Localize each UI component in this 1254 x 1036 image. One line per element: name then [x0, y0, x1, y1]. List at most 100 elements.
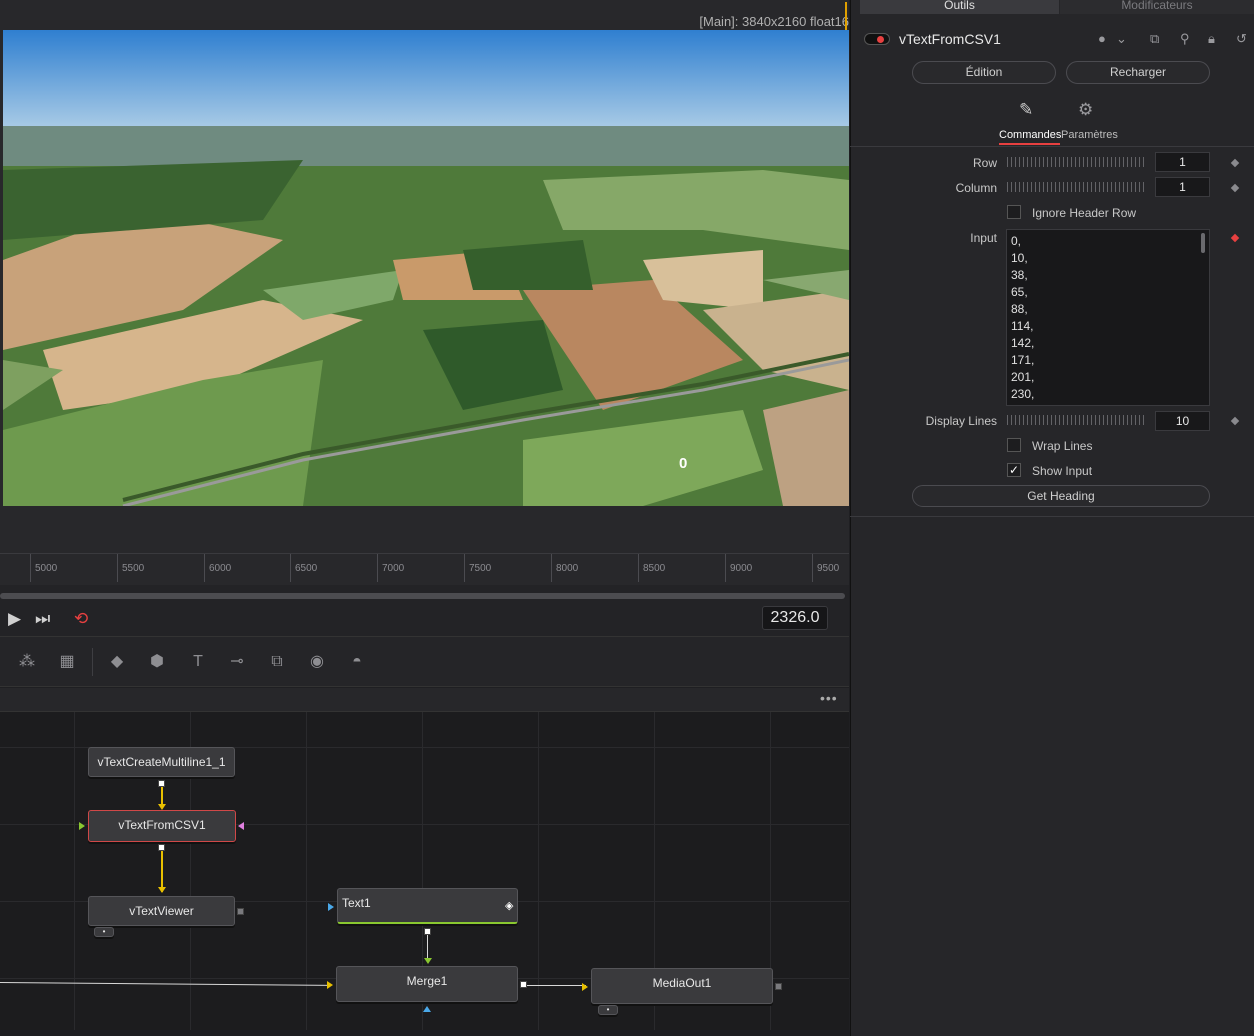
reset-icon[interactable]: ↺ [1236, 31, 1247, 47]
settings-icon[interactable]: ⚙ [1078, 100, 1093, 120]
input-textarea[interactable]: 0, 10, 38, 65, 88, 114, 142, 171, 201, 230, [1006, 229, 1210, 406]
column-label: Column [955, 181, 997, 195]
tab-parametres[interactable]: Paramètres [1061, 129, 1118, 141]
node-output-port[interactable] [237, 908, 244, 915]
ignore-header-label: Ignore Header Row [1032, 206, 1137, 220]
more-options-icon[interactable]: ••• [820, 691, 842, 708]
edit-button[interactable]: Édition [912, 61, 1056, 84]
column-slider[interactable] [1007, 182, 1145, 192]
input-line: 114, [1011, 319, 1034, 333]
lock-icon[interactable]: 🔒︎ [1208, 31, 1215, 47]
input-arrow [158, 887, 166, 893]
row-value[interactable]: 1 [1155, 152, 1210, 172]
ruler-tick: 6500 [290, 554, 317, 582]
node-preview-toggle[interactable]: • [94, 927, 114, 937]
reload-button[interactable]: Recharger [1066, 61, 1210, 84]
tab-commandes[interactable]: Commandes [999, 129, 1061, 141]
node-output-port[interactable] [158, 844, 165, 851]
input-line: 38, [1011, 268, 1028, 282]
node-output-port[interactable] [775, 983, 782, 990]
node-output-port[interactable] [424, 928, 431, 935]
ruler-tick: 9500 [812, 554, 839, 582]
versions-icon[interactable]: ⧉ [1150, 31, 1159, 47]
row-slider[interactable] [1007, 157, 1145, 167]
controls-icon[interactable]: ✎ [1019, 100, 1033, 120]
color-dot-icon[interactable]: ● [1098, 31, 1106, 46]
input-arrow[interactable] [327, 981, 333, 989]
input-line: 88, [1011, 302, 1028, 316]
node-vtextcreatemultiline[interactable]: vTextCreateMultiline1_1 [88, 747, 235, 777]
viewer-image[interactable] [3, 30, 849, 506]
input-line: 142, [1011, 336, 1035, 350]
wire [524, 985, 586, 986]
node-preview-toggle[interactable]: • [598, 1005, 618, 1015]
ignore-header-checkbox[interactable] [1007, 205, 1021, 219]
divider [850, 516, 1254, 517]
input-arrow[interactable] [328, 903, 334, 911]
tool-enable-toggle[interactable] [864, 33, 890, 45]
time-ruler[interactable]: 5000 5500 6000 6500 7000 7500 8000 8500 … [0, 553, 849, 585]
ruler-tick: 7000 [377, 554, 404, 582]
tab-modificateurs[interactable]: Modificateurs [1060, 0, 1254, 14]
node-text1[interactable]: Text1 [337, 888, 518, 924]
spotlight-3d-icon[interactable]: ◓ [344, 649, 370, 675]
ruler-tick: 9000 [725, 554, 752, 582]
wrap-lines-label: Wrap Lines [1032, 439, 1093, 453]
loop-icon[interactable]: ⟲ [74, 609, 88, 629]
shape-3d-icon[interactable]: ◆ [104, 649, 130, 675]
particle-emitter-icon[interactable]: ⁂ [14, 649, 40, 675]
input-arrow[interactable] [582, 983, 588, 991]
wire [0, 982, 330, 986]
input-scrollbar[interactable] [1201, 233, 1205, 253]
play-icon[interactable]: ▶ [8, 609, 21, 629]
ruler-tick: 5500 [117, 554, 144, 582]
node-output-port[interactable] [158, 780, 165, 787]
chevron-down-icon[interactable]: ⌄ [1116, 31, 1127, 47]
merge-3d-icon[interactable]: ⬢ [144, 649, 170, 675]
show-input-label: Show Input [1032, 464, 1093, 478]
current-time-field[interactable]: 2326.0 [762, 606, 828, 630]
toolbar-divider [92, 648, 93, 676]
input-arrow[interactable] [79, 822, 85, 830]
tab-outils[interactable]: Outils [860, 0, 1059, 14]
tools-toolbar: ⁂ ▦ ◆ ⬢ T ⊸ ⧉ ◉ ◓ [0, 637, 849, 687]
toggle-dot [877, 36, 884, 43]
input-line: 10, [1011, 251, 1028, 265]
column-value[interactable]: 1 [1155, 177, 1210, 197]
ruler-tick: 8000 [551, 554, 578, 582]
ruler-tick: 6000 [204, 554, 231, 582]
node-output-port[interactable] [520, 981, 527, 988]
transport-bar: ▶ ⏭ ⟲ [0, 601, 849, 637]
ruler-tick: 7500 [464, 554, 491, 582]
get-heading-button[interactable]: Get Heading [912, 485, 1210, 507]
node-mediaout1[interactable]: MediaOut1 [591, 968, 773, 1004]
input-line: 201, [1011, 370, 1035, 384]
ruler-tick: 8500 [638, 554, 665, 582]
viewer-info: [Main]: 3840x2160 float16 [699, 14, 849, 29]
wrap-lines-checkbox[interactable] [1007, 438, 1021, 452]
node-vtextfromcsv[interactable]: vTextFromCSV1 [88, 810, 236, 842]
image-plane-3d-icon[interactable]: ⧉ [264, 649, 290, 675]
node-vtextviewer[interactable]: vTextViewer [88, 896, 235, 926]
playhead[interactable] [845, 2, 847, 30]
show-input-checkbox[interactable]: ✓ [1007, 463, 1021, 477]
input-line: 65, [1011, 285, 1028, 299]
display-lines-value[interactable]: 10 [1155, 411, 1210, 431]
node-graph[interactable]: vTextCreateMultiline1_1 vTextFromCSV1 vT… [0, 712, 849, 1030]
active-tab-indicator [999, 143, 1060, 145]
node-merge1[interactable]: Merge1 [336, 966, 518, 1002]
input-arrow[interactable] [238, 822, 244, 830]
renderer-3d-icon[interactable]: ◉ [304, 649, 330, 675]
input-arrow[interactable] [423, 1006, 431, 1012]
display-lines-label: Display Lines [925, 414, 997, 428]
camera-3d-icon[interactable]: ⊸ [224, 649, 250, 675]
skip-to-end-icon[interactable]: ⏭ [35, 609, 50, 629]
text-3d-icon[interactable]: T [185, 649, 211, 675]
input-line: 171, [1011, 353, 1035, 367]
wire [161, 848, 163, 892]
pin-icon[interactable]: ⚲ [1180, 31, 1190, 47]
input-line: 230, [1011, 387, 1035, 401]
particle-render-icon[interactable]: ▦ [54, 649, 80, 675]
display-lines-slider[interactable] [1007, 415, 1145, 425]
time-scrollbar[interactable] [0, 593, 845, 599]
